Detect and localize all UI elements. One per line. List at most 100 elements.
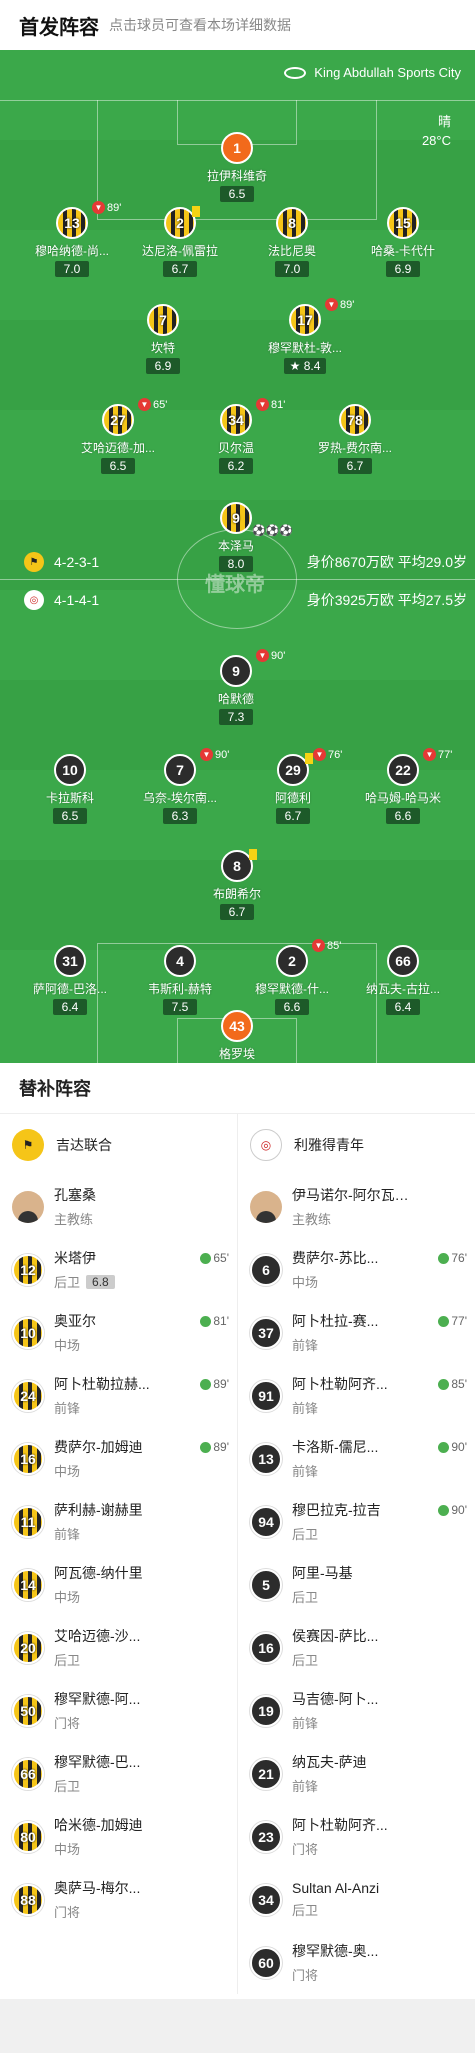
player-home[interactable]: 78 罗热-费尔南... 6.7 [295, 404, 415, 475]
jersey-number: 88 [12, 1883, 44, 1916]
player-away[interactable]: 7 ▼ 90' 乌奈-埃尔南... 6.3 [120, 748, 240, 825]
sub-player-position: 前锋 [292, 1464, 319, 1479]
substitution-time: ▼ 85' [312, 939, 341, 952]
player-home[interactable]: 27 ▼ 65' 艾哈迈德-加... 6.5 [58, 398, 178, 475]
player-away[interactable]: 4 韦斯利-赫特 7.5 [120, 945, 240, 1016]
jersey-number: 78 [339, 404, 371, 436]
player-name: 哈马姆-哈马米 [365, 791, 441, 805]
player-name: 哈桑-卡代什 [371, 244, 435, 258]
sub-player-row[interactable]: 88 奥萨马-梅尔... 门将 [0, 1868, 237, 1931]
sub-out-icon: ▼ [313, 748, 326, 761]
player-away[interactable]: 31 萨阿德-巴洛... 6.4 [10, 945, 130, 1016]
away-team-header[interactable]: ◎ 利雅得青年 [237, 1114, 475, 1175]
sub-player-row[interactable]: 13 卡洛斯-儒尼... 前锋 90' [238, 1427, 475, 1490]
sub-player-row[interactable]: 21 纳瓦夫-萨迪 前锋 [238, 1742, 475, 1805]
sub-player-position: 中场 [54, 1590, 81, 1605]
coach-role: 主教练 [54, 1212, 94, 1227]
sub-player-row[interactable]: 12 米塔伊 后卫 6.8 65' [0, 1238, 237, 1301]
player-home[interactable]: 15 哈桑-卡代什 6.9 [343, 207, 463, 278]
jersey-number: 66 [12, 1757, 44, 1790]
sub-in-time: 81' [200, 1314, 229, 1328]
sub-player-row[interactable]: 10 奥亚尔 中场 81' [0, 1301, 237, 1364]
sub-player-row[interactable]: 80 哈米德-加姆迪 中场 [0, 1805, 237, 1868]
sub-player-row[interactable]: 94 穆巴拉克-拉吉 后卫 90' [238, 1490, 475, 1553]
player-home[interactable]: 17 ▼ 89' 穆罕默杜-敦... ★ 8.4 [245, 298, 365, 375]
sub-out-icon: ▼ [200, 748, 213, 761]
sub-player-row[interactable]: 50 穆罕默德-阿... 门将 [0, 1679, 237, 1742]
player-away[interactable]: 66 纳瓦夫-古拉... 6.4 [343, 945, 463, 1016]
substitution-time: ▼ 81' [256, 398, 285, 411]
coach-row[interactable]: 孔塞桑 主教练 [0, 1175, 237, 1238]
sub-player-name: 奥亚尔 [54, 1313, 96, 1329]
coach-row[interactable]: 伊马诺尔-阿尔瓦西尔 主教练 [238, 1175, 475, 1238]
sub-in-icon [438, 1441, 450, 1453]
sub-player-row[interactable]: 16 费萨尔-加姆迪 中场 89' [0, 1427, 237, 1490]
sub-player-row[interactable]: 91 阿卜杜勒阿齐... 前锋 85' [238, 1364, 475, 1427]
substitution-time: ▼ 76' [313, 748, 342, 761]
player-rating: 7.0 [275, 261, 309, 277]
player-home[interactable]: 8 法比尼奥 7.0 [232, 207, 352, 278]
coach-role: 主教练 [292, 1212, 332, 1227]
sub-player-row[interactable]: 19 马吉德-阿卜... 前锋 [238, 1679, 475, 1742]
jersey-number: 7 [164, 754, 196, 786]
substitution-time: ▼ 90' [200, 748, 229, 761]
sub-player-name: 穆巴拉克-拉吉 [292, 1502, 381, 1518]
sub-player-name: 米塔伊 [54, 1250, 96, 1266]
sub-player-row[interactable]: 5 阿里-马基 后卫 [238, 1553, 475, 1616]
jersey-number: 16 [250, 1631, 282, 1664]
player-rating: 6.5 [101, 458, 135, 474]
sub-player-name: 哈米德-加姆迪 [54, 1817, 143, 1833]
sub-player-name: 卡洛斯-儒尼... [292, 1439, 379, 1455]
sub-player-info: 卡洛斯-儒尼... 前锋 [292, 1437, 378, 1480]
jersey-number: 23 [250, 1820, 282, 1853]
jersey-number: 27 [102, 404, 134, 436]
substitution-time: ▼ 65' [138, 398, 167, 411]
sub-player-position: 前锋 [54, 1527, 81, 1542]
player-away[interactable]: 29 ▼ 76' 阿德利 6.7 [233, 748, 353, 825]
player-away[interactable]: 8 布朗希尔 6.7 [177, 849, 297, 921]
sub-in-time: 90' [438, 1503, 467, 1517]
home-team-header[interactable]: ⚑ 吉达联合 [0, 1114, 237, 1175]
substitution-time: ▼ 90' [256, 649, 285, 662]
sub-player-row[interactable]: 14 阿瓦德-纳什里 中场 [0, 1553, 237, 1616]
sub-player-row[interactable]: 16 侯赛因-萨比... 后卫 [238, 1616, 475, 1679]
player-home[interactable]: 9 ⚽⚽⚽ 本泽马 8.0 [176, 502, 296, 573]
player-home[interactable]: 1 拉伊科维奇 6.5 [177, 132, 297, 203]
lineup-header: 首发阵容 点击球员可查看本场详细数据 [0, 0, 475, 50]
player-away[interactable]: 22 ▼ 77' 哈马姆-哈马米 6.6 [343, 748, 463, 825]
sub-in-icon [200, 1441, 212, 1453]
goal-icons: ⚽⚽⚽ [252, 525, 294, 537]
sub-player-position: 前锋 [292, 1716, 319, 1731]
player-away[interactable]: 10 卡拉斯科 6.5 [10, 754, 130, 825]
player-away[interactable]: 2 ▼ 85' 穆罕默德-什... 6.6 [232, 939, 352, 1016]
player-away[interactable]: 9 ▼ 90' 哈默德 7.3 [176, 649, 296, 726]
jersey-number: 60 [250, 1946, 282, 1979]
sub-player-row[interactable]: 66 穆罕默德-巴... 后卫 [0, 1742, 237, 1805]
jersey-number: 6 [250, 1253, 282, 1286]
sub-player-info: 阿里-马基 后卫 [292, 1563, 353, 1606]
sub-player-row[interactable]: 24 阿卜杜勒拉赫... 前锋 89' [0, 1364, 237, 1427]
page-title: 首发阵容 [19, 16, 99, 39]
player-home[interactable]: 7 坎特 6.9 [103, 304, 223, 375]
sub-player-position: 后卫 6.8 [54, 1272, 115, 1291]
sub-in-time: 65' [200, 1251, 229, 1265]
player-home[interactable]: 2 达尼洛-佩雷拉 6.7 [120, 206, 240, 278]
sub-player-name: Sultan Al-Anzi [292, 1880, 380, 1896]
jersey-number: 11 [12, 1505, 44, 1538]
player-away[interactable]: 43格罗埃6.2 [177, 1010, 297, 1063]
sub-player-row[interactable]: 37 阿卜杜拉-赛... 前锋 77' [238, 1301, 475, 1364]
sub-player-row[interactable]: 23 阿卜杜勒阿齐... 门将 [238, 1805, 475, 1868]
sub-player-info: 阿卜杜勒阿齐... 门将 [292, 1815, 388, 1858]
sub-player-row[interactable]: 20 艾哈迈德-沙... 后卫 [0, 1616, 237, 1679]
player-home[interactable]: 34 ▼ 81' 贝尔温 6.2 [176, 398, 296, 475]
sub-player-row[interactable]: 60 穆罕默德-奥... 门将 [238, 1931, 475, 1994]
sub-player-row[interactable]: 6 费萨尔-苏比... 中场 76' [238, 1238, 475, 1301]
sub-player-position: 中场 [54, 1338, 81, 1353]
sub-player-info: 穆罕默德-巴... 后卫 [54, 1752, 140, 1795]
sub-player-row[interactable]: 11 萨利赫-谢赫里 前锋 [0, 1490, 237, 1553]
player-home[interactable]: 13 ▼ 89' 穆哈纳德-尚... 7.0 [12, 201, 132, 278]
sub-player-row[interactable]: 34 Sultan Al-Anzi 后卫 [238, 1868, 475, 1931]
sub-player-info: 艾哈迈德-沙... 后卫 [54, 1626, 140, 1669]
jersey-number: 13 [250, 1442, 282, 1475]
sub-player-info: 马吉德-阿卜... 前锋 [292, 1689, 378, 1732]
